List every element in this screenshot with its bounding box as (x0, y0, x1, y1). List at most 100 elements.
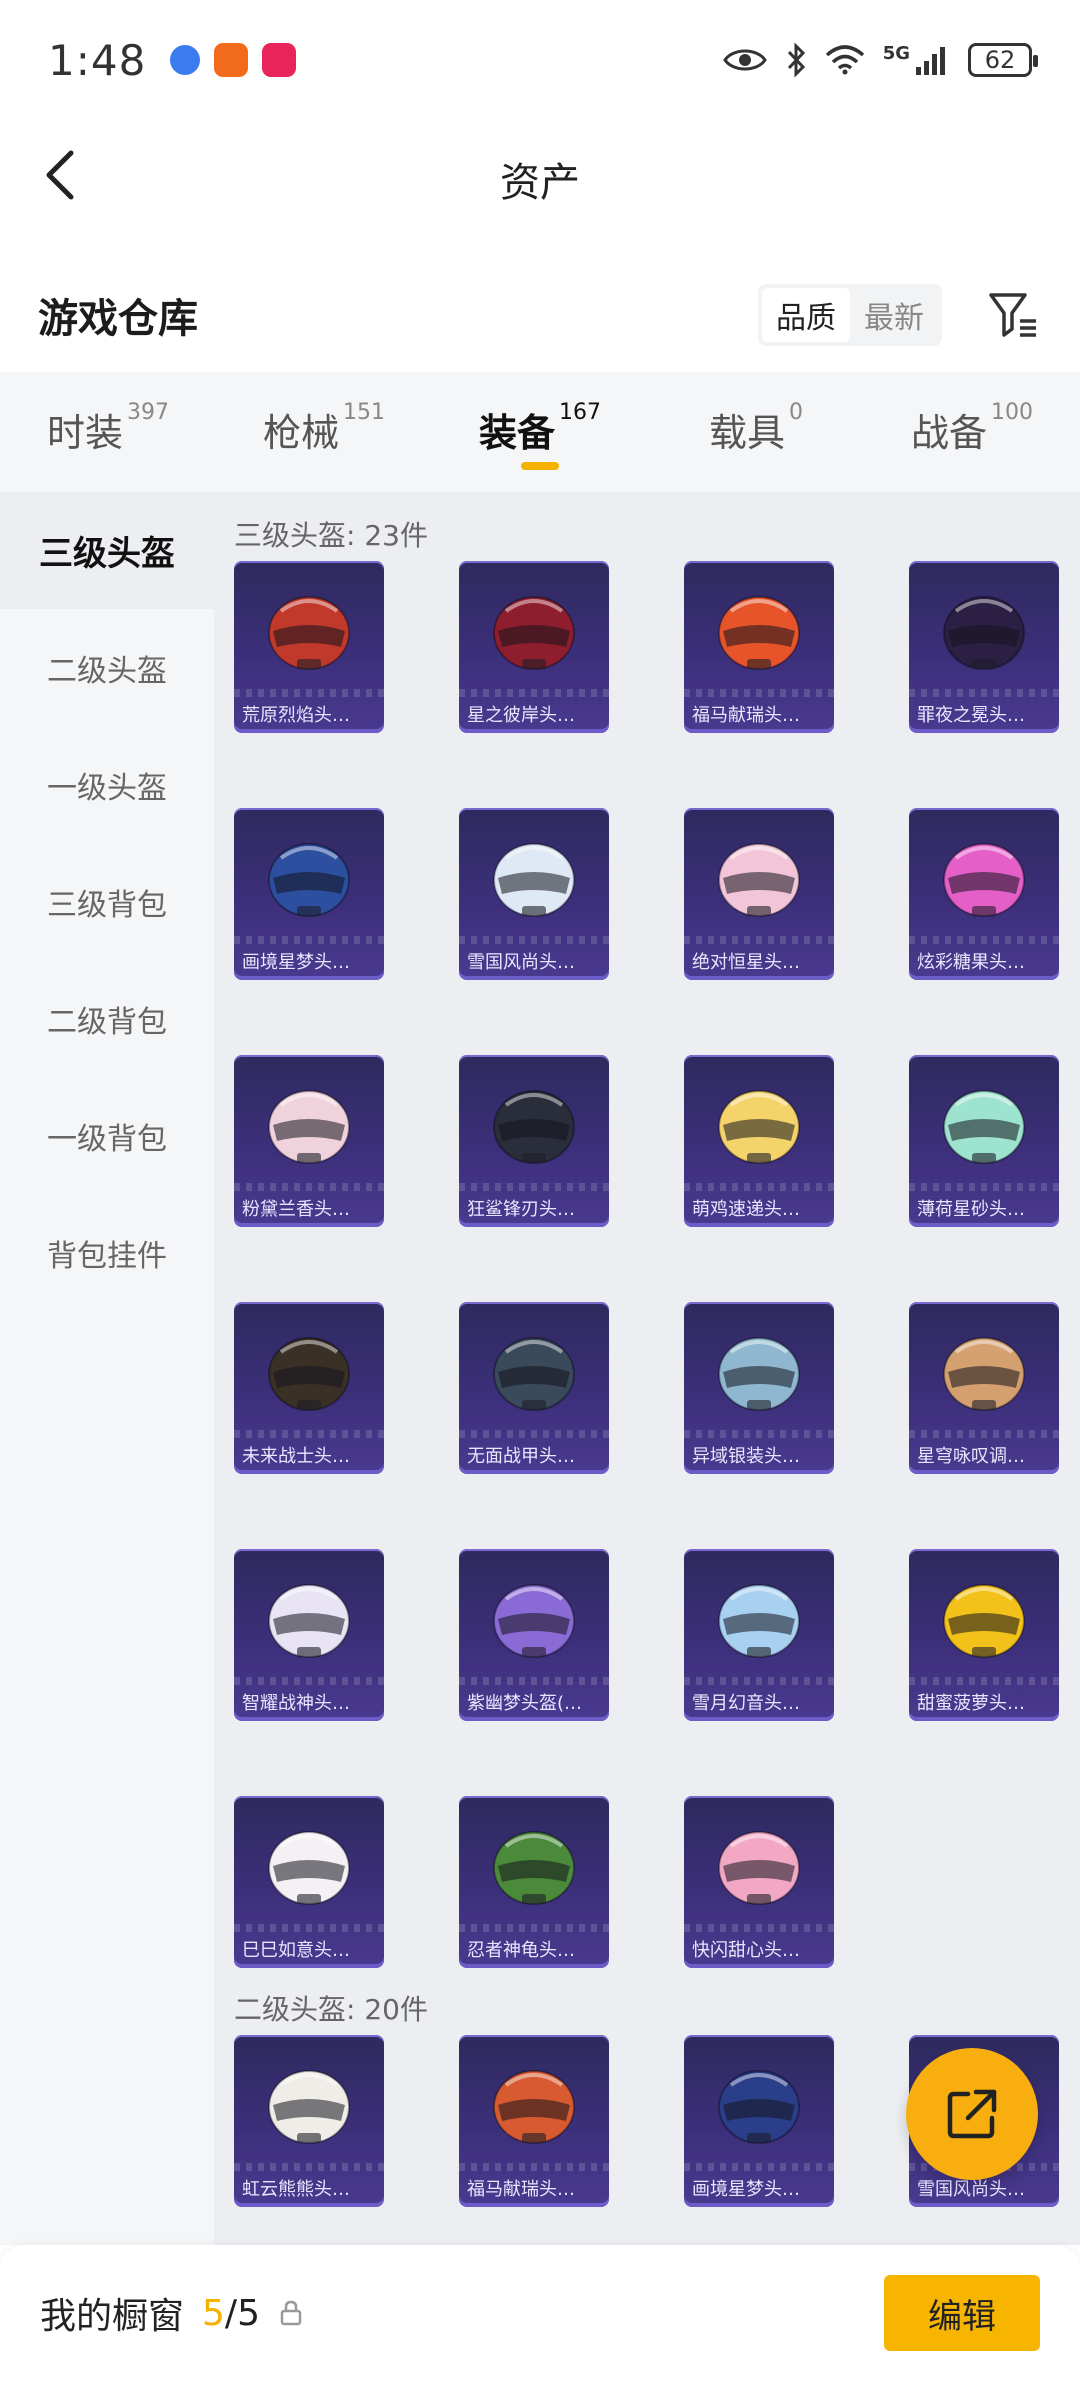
item-grid: 三级头盔: 23件荒原烈焰头… 星之彼岸头… 福马献瑞头… 罪夜之冕头… 画境星梦头… 雪… (214, 492, 1080, 2245)
helmet-icon (493, 1831, 575, 1905)
item-name: 星穹咏叹调… (917, 1446, 1025, 1467)
status-bar: 1:48 5G 62 (0, 0, 1080, 120)
item-card[interactable]: 画境星梦头… (234, 808, 384, 980)
sort-newest-button[interactable]: 最新 (850, 288, 938, 342)
item-name: 未来战士头… (242, 1446, 350, 1467)
item-card[interactable]: 雪月幻音头… (684, 1549, 834, 1721)
tab-fashion[interactable]: 时装 397 (0, 372, 216, 492)
card-stripe (684, 1430, 834, 1438)
item-card[interactable]: 未来战士头… (234, 1302, 384, 1474)
item-card[interactable]: 福马献瑞头… (684, 561, 834, 733)
tab-label: 载具 (708, 411, 785, 455)
item-card[interactable]: 忍者神龟头… (459, 1796, 609, 1968)
battery-icon: 62 (968, 43, 1038, 77)
card-stripe (459, 1677, 609, 1685)
item-card[interactable]: 罪夜之冕头… (909, 561, 1059, 733)
item-card[interactable]: 异域银装头… (684, 1302, 834, 1474)
card-stripe (234, 2163, 384, 2171)
item-name: 无面战甲头… (467, 1446, 575, 1467)
helmet-icon (268, 596, 350, 670)
sort-quality-button[interactable]: 品质 (762, 288, 850, 342)
item-name: 萌鸡速递头… (692, 1199, 800, 1220)
sidebar-item-level2-backpack[interactable]: 二级背包 (0, 960, 214, 1077)
tab-vehicles[interactable]: 载具 0 (648, 372, 864, 492)
sidebar-item-level3-helmet[interactable]: 三级头盔 (0, 492, 214, 609)
helmet-icon (493, 2070, 575, 2144)
helmet-icon (943, 596, 1025, 670)
item-name: 忍者神龟头… (467, 1940, 575, 1961)
helmet-icon (718, 1090, 800, 1164)
sidebar-item-backpack-charm[interactable]: 背包挂件 (0, 1194, 214, 1311)
card-stripe (909, 689, 1059, 697)
item-name: 画境星梦头… (242, 952, 350, 973)
item-card[interactable]: 虹云熊熊头… (234, 2035, 384, 2207)
edit-button[interactable]: 编辑 (884, 2275, 1040, 2351)
filter-button[interactable] (986, 287, 1042, 343)
tab-equipment[interactable]: 装备 167 (432, 372, 648, 492)
item-card[interactable]: 智耀战神头… (234, 1549, 384, 1721)
sidebar-item-level1-backpack[interactable]: 一级背包 (0, 1077, 214, 1194)
wifi-icon (825, 45, 864, 75)
item-card[interactable]: 福马献瑞头… (459, 2035, 609, 2207)
helmet-icon (268, 843, 350, 917)
share-button[interactable] (906, 2048, 1038, 2180)
sort-toggle: 品质 最新 (758, 284, 942, 346)
card-stripe (684, 1924, 834, 1932)
item-card[interactable]: 星之彼岸头… (459, 561, 609, 733)
share-icon (947, 2089, 997, 2139)
helmet-icon (268, 2070, 350, 2144)
card-stripe (459, 2163, 609, 2171)
card-stripe (684, 689, 834, 697)
filter-icon (989, 293, 1036, 337)
card-stripe (234, 936, 384, 944)
item-card[interactable]: 星穹咏叹调… (909, 1302, 1059, 1474)
item-card[interactable]: 巳巳如意头… (234, 1796, 384, 1968)
status-time: 1:48 (48, 35, 147, 85)
sidebar-item-level1-helmet[interactable]: 一级头盔 (0, 726, 214, 843)
item-name: 罪夜之冕头… (917, 705, 1025, 726)
item-name: 紫幽梦头盔(… (467, 1693, 583, 1714)
card-stripe (684, 1677, 834, 1685)
section-title: 三级头盔: 23件 (234, 519, 428, 552)
item-name: 福马献瑞头… (692, 705, 800, 726)
page-title: 资产 (500, 160, 580, 206)
sidebar-item-level3-backpack[interactable]: 三级背包 (0, 843, 214, 960)
item-card[interactable]: 雪国风尚头… (459, 808, 609, 980)
signal-icon (916, 47, 945, 75)
item-card[interactable]: 快闪甜心头… (684, 1796, 834, 1968)
helmet-icon (268, 1831, 350, 1905)
card-stripe (909, 1430, 1059, 1438)
tab-weapons[interactable]: 枪械 151 (216, 372, 432, 492)
item-name: 粉黛兰香头… (242, 1199, 350, 1220)
item-card[interactable]: 萌鸡速递头… (684, 1055, 834, 1227)
item-card[interactable]: 粉黛兰香头… (234, 1055, 384, 1227)
helmet-icon (268, 1090, 350, 1164)
helmet-icon (718, 596, 800, 670)
category-tabs: 时装 397 枪械 151 装备 167 载具 0 战备 100 (0, 372, 1080, 492)
section-title: 二级头盔: 20件 (234, 1993, 428, 2026)
item-card[interactable]: 狂鲨锋刃头… (459, 1055, 609, 1227)
helmet-icon (718, 843, 800, 917)
sidebar-item-level2-helmet[interactable]: 二级头盔 (0, 609, 214, 726)
tab-supplies[interactable]: 战备 100 (864, 372, 1080, 492)
showcase-count: 5/5 (202, 2293, 260, 2334)
item-name: 异域银装头… (692, 1446, 800, 1467)
helmet-icon (943, 1337, 1025, 1411)
item-name: 福马献瑞头… (467, 2179, 575, 2200)
tab-count: 167 (559, 400, 601, 425)
shopping-app-icon (214, 43, 249, 77)
item-card[interactable]: 炫彩糖果头… (909, 808, 1059, 980)
item-card[interactable]: 薄荷星砂头… (909, 1055, 1059, 1227)
item-card[interactable]: 画境星梦头… (684, 2035, 834, 2207)
item-name: 薄荷星砂头… (917, 1199, 1025, 1220)
item-card[interactable]: 无面战甲头… (459, 1302, 609, 1474)
helmet-icon (718, 1584, 800, 1658)
item-name: 甜蜜菠萝头… (917, 1693, 1025, 1714)
item-card[interactable]: 紫幽梦头盔(… (459, 1549, 609, 1721)
music-app-icon (170, 45, 201, 75)
item-card[interactable]: 甜蜜菠萝头… (909, 1549, 1059, 1721)
helmet-icon (493, 596, 575, 670)
eye-icon (722, 49, 767, 71)
item-card[interactable]: 荒原烈焰头… (234, 561, 384, 733)
item-card[interactable]: 绝对恒星头… (684, 808, 834, 980)
